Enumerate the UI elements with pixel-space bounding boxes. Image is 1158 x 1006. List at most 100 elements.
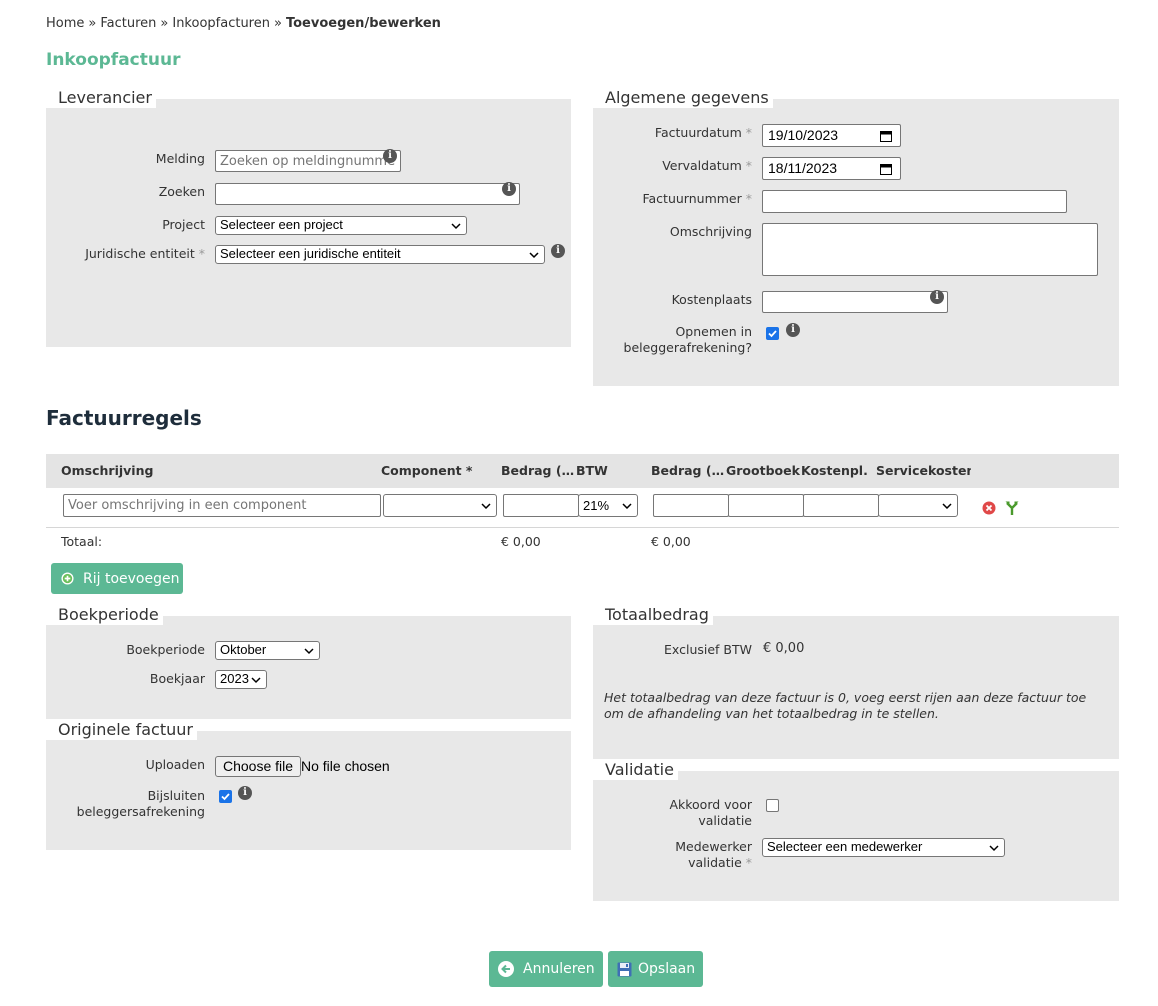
- breadcrumb-current: Toevoegen/bewerken: [285, 16, 441, 31]
- totaal-inc-value: € 0,00: [651, 534, 691, 549]
- factuurnummer-input[interactable]: [762, 190, 1067, 213]
- row-btw-value: 21%: [583, 498, 610, 513]
- breadcrumb: Home» Facturen» Inkoopfacturen» Toevoegen/b…: [46, 16, 441, 31]
- boekperiode-panel: [46, 616, 571, 719]
- medewerker-label-line1: Medewerker: [675, 839, 752, 854]
- melding-input[interactable]: [215, 150, 401, 172]
- boekperiode-select[interactable]: Oktober: [215, 641, 320, 660]
- entiteit-select[interactable]: Selecteer een juridische entiteit: [215, 245, 545, 264]
- akkoord-checkbox[interactable]: [766, 799, 779, 812]
- add-row-label: Rij toevoegen: [83, 570, 180, 587]
- breadcrumb-home[interactable]: Home: [46, 16, 84, 31]
- kostenplaats-label: Kostenplaats: [671, 292, 752, 307]
- totaalbedrag-legend: Totaalbedrag: [593, 605, 713, 625]
- akkoord-label-line1: Akkoord voor: [669, 797, 752, 812]
- factuurdatum-value: 19/10/2023: [768, 127, 839, 143]
- no-file-text: No file chosen: [301, 758, 390, 774]
- bijsluiten-label: Bijsluiten beleggersafrekening: [60, 788, 205, 820]
- factuurdatum-label: Factuurdatum *: [600, 125, 752, 141]
- row-component-select[interactable]: [383, 494, 497, 517]
- opnemen-checkbox[interactable]: [766, 327, 779, 340]
- uploaden-label: Uploaden: [145, 757, 205, 772]
- kostenplaats-input[interactable]: [762, 291, 948, 313]
- bijsluiten-label-line2: beleggersafrekening: [76, 804, 205, 819]
- exclusief-btw-value: € 0,00: [763, 641, 805, 656]
- omschrijving-textarea[interactable]: [762, 223, 1098, 276]
- medewerker-label-line2: validatie: [688, 855, 742, 870]
- boekjaar-select[interactable]: 2023: [215, 670, 267, 689]
- required-mark: *: [198, 246, 205, 261]
- col-bedrag-ex: Bedrag (exclusief BTW): [501, 463, 576, 478]
- factuurdatum-label-text: Factuurdatum: [654, 125, 742, 140]
- required-mark: *: [745, 855, 752, 870]
- chevron-down-icon: [251, 677, 261, 684]
- info-icon[interactable]: i: [930, 290, 944, 304]
- col-btw: BTW: [576, 463, 608, 478]
- delete-row-icon[interactable]: [982, 501, 996, 515]
- factuurnummer-label-text: Factuurnummer: [642, 191, 742, 206]
- akkoord-label-line2: validatie: [698, 813, 752, 828]
- medewerker-select[interactable]: Selecteer een medewerker: [762, 838, 1005, 857]
- validatie-legend: Validatie: [593, 760, 678, 780]
- calendar-icon[interactable]: [880, 130, 892, 142]
- entiteit-label-text: Juridische entiteit: [85, 246, 195, 261]
- breadcrumb-facturen[interactable]: Facturen: [100, 16, 156, 31]
- info-icon[interactable]: i: [238, 786, 252, 800]
- calendar-icon[interactable]: [880, 163, 892, 175]
- info-icon[interactable]: i: [502, 182, 516, 196]
- row-kostenpl-input[interactable]: [803, 494, 879, 517]
- row-servicekosten-select[interactable]: [878, 494, 958, 517]
- breadcrumb-separator: »: [160, 16, 169, 31]
- project-select-value: Selecteer een project: [220, 217, 343, 232]
- add-row-button[interactable]: Rij toevoegen: [51, 563, 183, 594]
- chevron-down-icon: [622, 503, 632, 510]
- vervaldatum-input[interactable]: 18/11/2023: [762, 157, 901, 180]
- row-divider: [46, 527, 1119, 528]
- col-component: Component *: [381, 463, 473, 478]
- totaal-ex-value: € 0,00: [501, 534, 541, 549]
- bijsluiten-checkbox[interactable]: [219, 790, 232, 803]
- info-icon[interactable]: i: [786, 323, 800, 337]
- chevron-down-icon: [942, 503, 952, 510]
- originele-legend: Originele factuur: [46, 720, 197, 740]
- save-button[interactable]: Opslaan: [608, 951, 703, 987]
- col-grootboek: Grootboek: [726, 463, 800, 478]
- algemeen-legend: Algemene gegevens: [593, 88, 773, 108]
- required-mark: *: [745, 158, 752, 173]
- col-omschrijving: Omschrijving: [61, 463, 154, 478]
- row-bedrag-inc-input[interactable]: [653, 494, 729, 517]
- row-grootboek-input[interactable]: [728, 494, 804, 517]
- totaalbedrag-note: Het totaalbedrag van deze factuur is 0, …: [604, 690, 1087, 721]
- cancel-button[interactable]: Annuleren: [489, 951, 603, 987]
- factuurdatum-input[interactable]: 19/10/2023: [762, 124, 901, 147]
- check-icon: [221, 793, 230, 801]
- check-icon: [768, 330, 777, 338]
- row-bedrag-ex-input[interactable]: [503, 494, 579, 517]
- zoeken-input[interactable]: [215, 183, 520, 205]
- zoeken-label: Zoeken: [158, 184, 205, 199]
- boekperiode-value: Oktober: [220, 642, 267, 657]
- exclusief-btw-label: Exclusief BTW: [664, 642, 752, 657]
- info-icon[interactable]: i: [383, 149, 397, 163]
- row-omschrijving-input[interactable]: [63, 494, 381, 517]
- vervaldatum-label-text: Vervaldatum: [662, 158, 742, 173]
- split-row-icon[interactable]: [1004, 500, 1020, 516]
- omschrijving-label: Omschrijving: [669, 224, 752, 239]
- boekperiode-legend: Boekperiode: [46, 605, 163, 625]
- entiteit-select-value: Selecteer een juridische entiteit: [220, 246, 401, 261]
- breadcrumb-inkoopfacturen[interactable]: Inkoopfacturen: [172, 16, 270, 31]
- required-mark: *: [745, 191, 752, 206]
- project-select[interactable]: Selecteer een project: [215, 216, 467, 235]
- opnemen-label-line1: Opnemen in: [675, 324, 752, 339]
- boekjaar-label: Boekjaar: [149, 671, 205, 686]
- row-btw-select[interactable]: 21%: [578, 494, 638, 517]
- page-title: Inkoopfactuur: [46, 50, 181, 70]
- cancel-label: Annuleren: [523, 961, 595, 977]
- vervaldatum-value: 18/11/2023: [768, 160, 838, 176]
- info-icon[interactable]: i: [551, 244, 565, 258]
- breadcrumb-separator: »: [273, 16, 282, 31]
- choose-file-button[interactable]: Choose file: [215, 756, 302, 777]
- col-servicekosten: Servicekosten: [876, 463, 971, 478]
- medewerker-label: Medewerker validatie *: [600, 839, 752, 871]
- factuurnummer-label: Factuurnummer *: [600, 191, 752, 207]
